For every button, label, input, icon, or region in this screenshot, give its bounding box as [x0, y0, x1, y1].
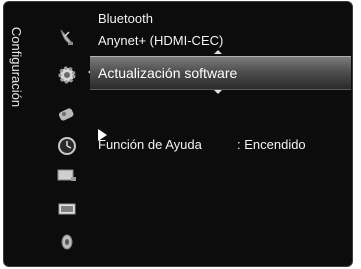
sound-icon[interactable] [56, 230, 78, 252]
category-icon-column [49, 2, 89, 266]
menu-item-software-update[interactable]: Actualización software [90, 56, 351, 90]
satellite-dish-icon[interactable] [56, 26, 78, 48]
help-function-value: : Encendido [237, 137, 306, 152]
input-source-icon[interactable] [56, 164, 78, 186]
menu-item-bluetooth[interactable]: Bluetooth [98, 11, 153, 27]
menu-item-anynet[interactable]: Anynet+ (HDMI-CEC) [98, 33, 223, 49]
scroll-up-arrow[interactable] [214, 50, 222, 54]
speaker-icon[interactable] [56, 104, 78, 126]
sidebar-title: Configuración [9, 26, 24, 108]
menu-item-software-update-label: Actualización software [98, 65, 238, 81]
settings-menu-window: Configuración Bluetooth Anynet+ (HDMI-CE… [3, 1, 353, 267]
scroll-down-arrow[interactable] [214, 90, 222, 94]
clock-icon[interactable] [56, 135, 78, 157]
help-function-label[interactable]: Función de Ayuda [98, 137, 202, 153]
picture-icon[interactable] [56, 198, 78, 220]
menu-content: Bluetooth Anynet+ (HDMI-CEC) Actualizaci… [89, 2, 352, 266]
gear-icon[interactable] [56, 64, 78, 86]
